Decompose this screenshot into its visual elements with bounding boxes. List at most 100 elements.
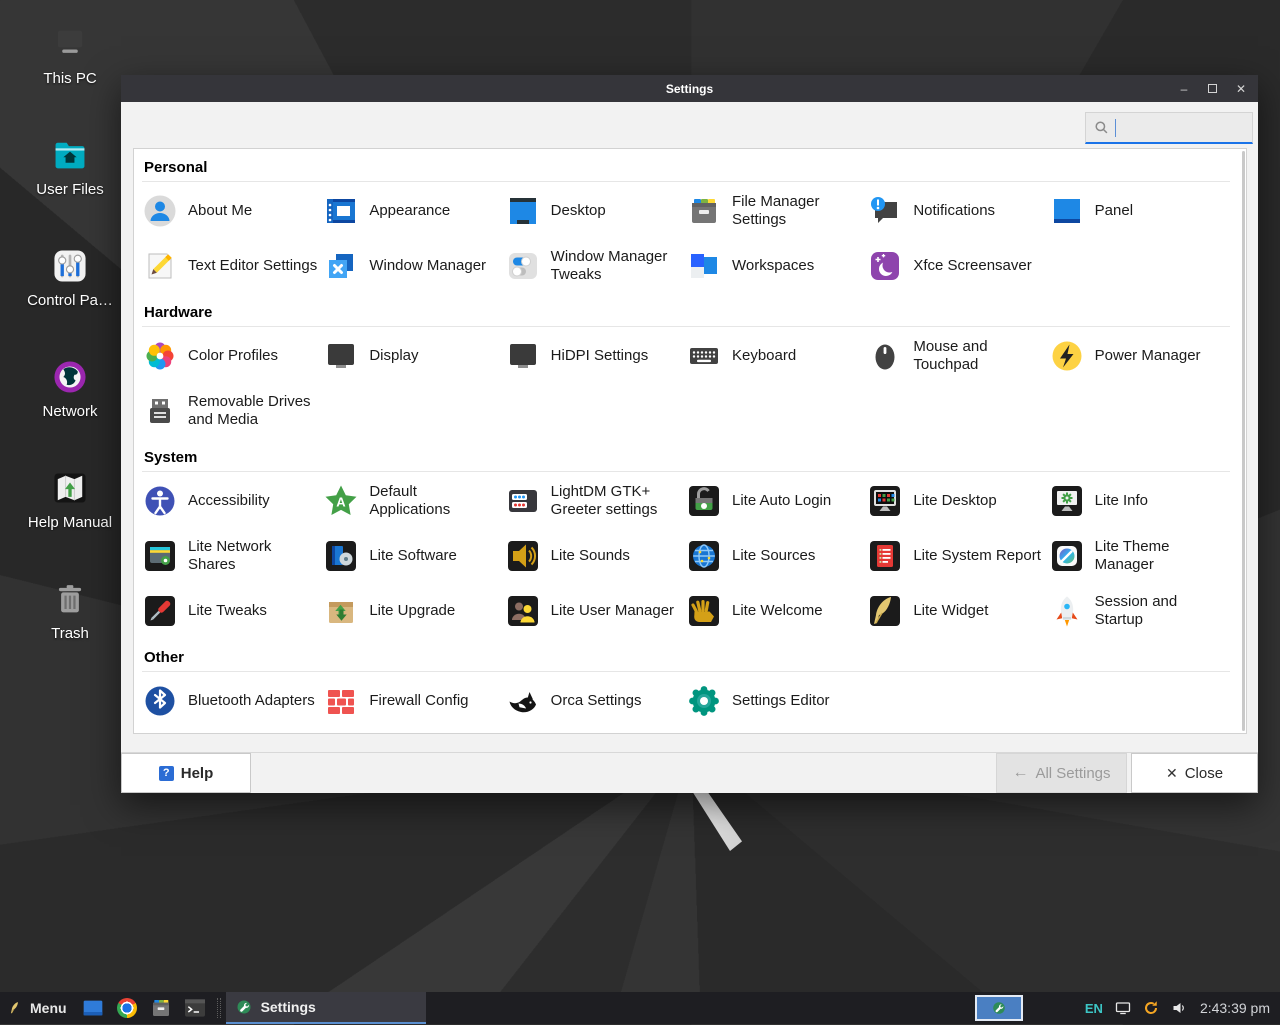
display-tray-icon[interactable] [1114, 999, 1132, 1017]
settings-item-notifications[interactable]: Notifications [867, 191, 1048, 231]
chrome-icon[interactable] [116, 998, 137, 1018]
settings-item-label: Lite Theme Manager [1094, 537, 1170, 573]
settings-item-workspaces[interactable]: Workspaces [686, 246, 867, 286]
section-title-system: System [144, 449, 198, 466]
desktop-icon-label: Control Pa… [27, 292, 113, 309]
user-manager-icon [505, 593, 541, 629]
maximize-button[interactable] [1208, 84, 1217, 93]
settings-item-settings-editor[interactable]: Settings Editor [686, 681, 867, 721]
settings-item-about-me[interactable]: About Me [142, 191, 323, 231]
auto-login-icon [686, 483, 722, 519]
settings-item-label: LightDM GTK+ Greeter settings [550, 482, 658, 518]
widget-icon [867, 593, 903, 629]
desktop-icon-user-files[interactable]: User Files [8, 135, 132, 198]
desktop-icon-control-panel[interactable]: Control Pa… [8, 246, 132, 309]
settings-item-label: Lite Widget [913, 601, 989, 619]
settings-item-label: Default Applications [369, 482, 451, 518]
settings-item-label: About Me [188, 201, 253, 219]
settings-wrench-icon [235, 998, 253, 1016]
settings-item-power[interactable]: Power Manager [1049, 336, 1230, 376]
settings-item-label: Mouse and Touchpad [913, 337, 988, 373]
all-settings-button[interactable]: ← All Settings [996, 753, 1127, 793]
task-button-settings[interactable]: Settings [225, 992, 426, 1024]
settings-item-lite-info[interactable]: Lite Info [1049, 481, 1230, 521]
control-panel-icon [50, 246, 90, 286]
volume-icon[interactable] [1170, 999, 1188, 1017]
about-me-icon [142, 193, 178, 229]
settings-item-label: Workspaces [731, 256, 815, 274]
show-desktop-icon[interactable] [81, 996, 105, 1020]
settings-item-sources[interactable]: Lite Sources [686, 536, 867, 576]
close-window-button[interactable]: ✕ [1234, 83, 1248, 95]
settings-item-sounds[interactable]: Lite Sounds [505, 536, 686, 576]
settings-item-keyboard[interactable]: Keyboard [686, 336, 867, 376]
settings-item-removable[interactable]: Removable Drives and Media [142, 391, 323, 431]
settings-item-upgrade[interactable]: Lite Upgrade [323, 591, 504, 631]
settings-item-lite-desktop[interactable]: Lite Desktop [867, 481, 1048, 521]
settings-item-panel[interactable]: Panel [1049, 191, 1230, 231]
close-button[interactable]: ✕ Close [1131, 753, 1258, 793]
window-titlebar[interactable]: Settings – ✕ [121, 75, 1258, 102]
minimize-button[interactable]: – [1177, 83, 1191, 95]
settings-item-orca[interactable]: Orca Settings [505, 681, 686, 721]
scrollbar[interactable] [1242, 151, 1245, 731]
settings-item-lightdm[interactable]: LightDM GTK+ Greeter settings [505, 481, 686, 521]
settings-item-software[interactable]: Lite Software [323, 536, 504, 576]
bluetooth-icon [142, 683, 178, 719]
settings-item-wm-tweaks[interactable]: Window Manager Tweaks [505, 246, 686, 286]
menu-button[interactable]: Menu [0, 992, 76, 1024]
settings-item-user-manager[interactable]: Lite User Manager [505, 591, 686, 631]
settings-item-label: Lite Upgrade [369, 601, 456, 619]
settings-item-default-apps[interactable]: A Default Applications [323, 481, 504, 521]
window-footer: ? Help ← All Settings ✕ Close [121, 752, 1258, 793]
section-title-other: Other [144, 649, 185, 666]
file-manager-icon [686, 193, 722, 229]
settings-item-window-manager[interactable]: Window Manager [323, 246, 504, 286]
settings-item-color-profiles[interactable]: Color Profiles [142, 336, 323, 376]
settings-item-appearance[interactable]: Appearance [323, 191, 504, 231]
desktop-icon-help-manual[interactable]: Help Manual [8, 468, 132, 531]
settings-item-auto-login[interactable]: Lite Auto Login [686, 481, 867, 521]
workspace-pager[interactable] [974, 995, 1023, 1021]
settings-item-tweaks[interactable]: Lite Tweaks [142, 591, 323, 631]
settings-item-label: Lite Welcome [731, 601, 823, 619]
desktop-icon-this-pc[interactable]: This PC [8, 24, 132, 87]
settings-item-mouse[interactable]: Mouse and Touchpad [867, 336, 1048, 376]
lightdm-icon [505, 483, 541, 519]
lite-info-icon [1049, 483, 1085, 519]
settings-item-label: Appearance [369, 201, 451, 219]
search-input[interactable] [1115, 113, 1252, 142]
settings-item-label: Window Manager Tweaks [550, 247, 668, 283]
settings-item-widget[interactable]: Lite Widget [867, 591, 1048, 631]
settings-item-display[interactable]: Display [323, 336, 504, 376]
settings-item-label: Panel [1094, 201, 1134, 219]
section-title-hardware: Hardware [144, 304, 213, 321]
desktop-icon-trash[interactable]: Trash [8, 579, 132, 642]
settings-item-bluetooth[interactable]: Bluetooth Adapters [142, 681, 323, 721]
settings-item-theme-manager[interactable]: Lite Theme Manager [1049, 536, 1230, 576]
settings-item-label: Removable Drives and Media [188, 392, 311, 428]
terminal-icon[interactable] [183, 996, 207, 1020]
search-box[interactable] [1085, 112, 1253, 144]
settings-item-hidpi[interactable]: HiDPI Settings [505, 336, 686, 376]
taskbar: Menu Settings EN 2:43:39 pm [0, 992, 1280, 1024]
settings-item-file-manager[interactable]: File Manager Settings [686, 191, 867, 231]
menu-label: Menu [30, 1000, 67, 1016]
settings-item-welcome[interactable]: Lite Welcome [686, 591, 867, 631]
file-manager-icon[interactable] [149, 996, 173, 1020]
keyboard-layout-indicator[interactable]: EN [1085, 1001, 1103, 1016]
settings-item-screensaver[interactable]: Xfce Screensaver [867, 246, 1048, 286]
settings-item-session[interactable]: Session and Startup [1049, 591, 1230, 631]
settings-item-accessibility[interactable]: Accessibility [142, 481, 323, 521]
settings-item-desktop[interactable]: Desktop [505, 191, 686, 231]
settings-item-text-editor[interactable]: Text Editor Settings [142, 246, 323, 286]
panel-icon [1049, 193, 1085, 229]
settings-item-label: Session and Startup [1094, 592, 1178, 628]
clock[interactable]: 2:43:39 pm [1200, 1000, 1270, 1016]
settings-item-firewall[interactable]: Firewall Config [323, 681, 504, 721]
settings-item-network-shares[interactable]: Lite Network Shares [142, 536, 323, 576]
settings-item-system-report[interactable]: Lite System Report [867, 536, 1048, 576]
help-button[interactable]: ? Help [121, 753, 251, 793]
desktop-icon-network[interactable]: Network [8, 357, 132, 420]
update-manager-icon[interactable] [1142, 999, 1160, 1017]
